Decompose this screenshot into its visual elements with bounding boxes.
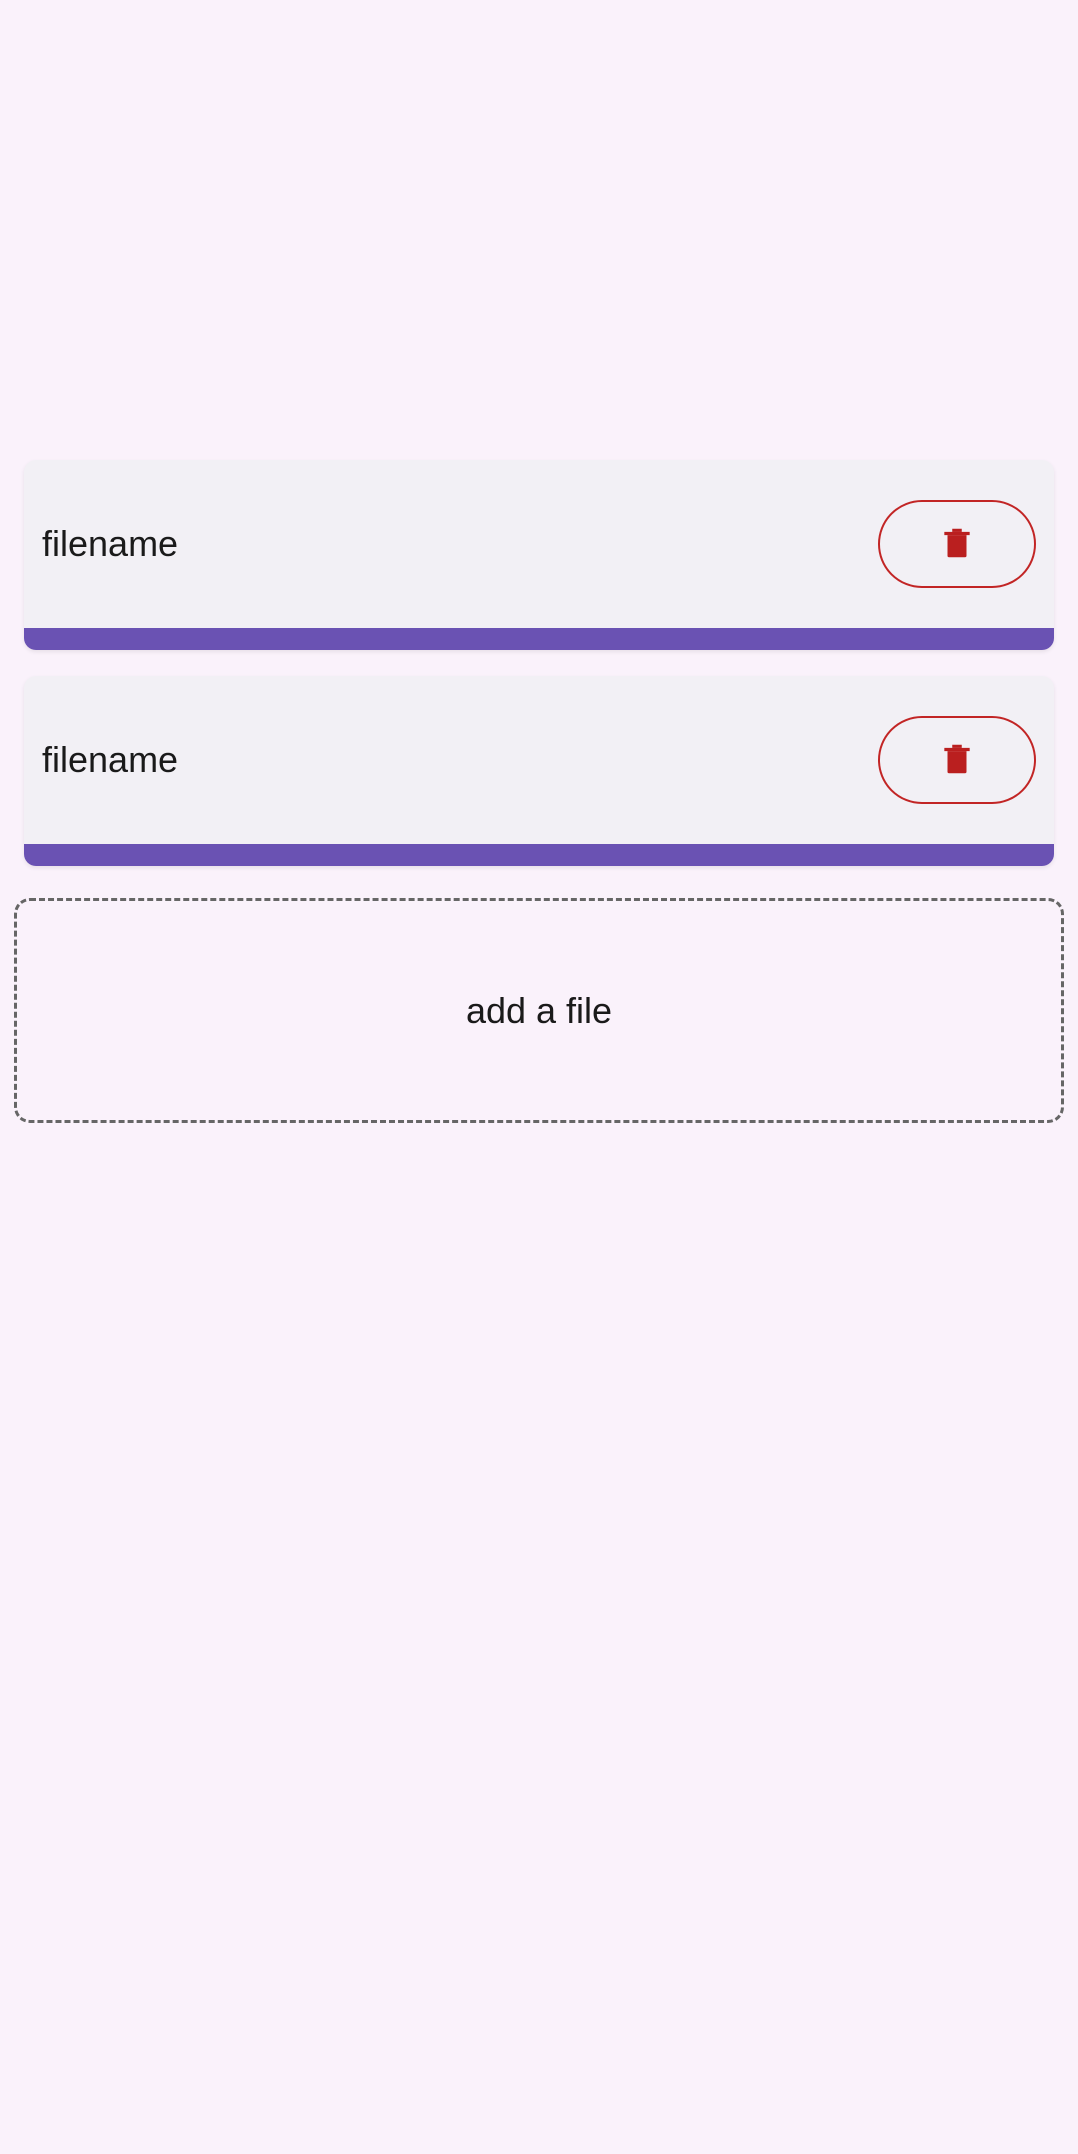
file-list: filename filename	[0, 460, 1078, 866]
file-name-label: filename	[42, 739, 178, 781]
file-name-label: filename	[42, 523, 178, 565]
trash-icon	[938, 522, 976, 567]
progress-bar	[24, 844, 1054, 866]
progress-bar	[24, 628, 1054, 650]
add-file-label: add a file	[466, 990, 612, 1032]
add-file-dropzone[interactable]: add a file	[14, 898, 1064, 1123]
file-card-content: filename	[24, 676, 1054, 844]
trash-icon	[938, 738, 976, 783]
file-card: filename	[24, 676, 1054, 866]
delete-button[interactable]	[878, 500, 1036, 588]
file-card-content: filename	[24, 460, 1054, 628]
delete-button[interactable]	[878, 716, 1036, 804]
file-card: filename	[24, 460, 1054, 650]
